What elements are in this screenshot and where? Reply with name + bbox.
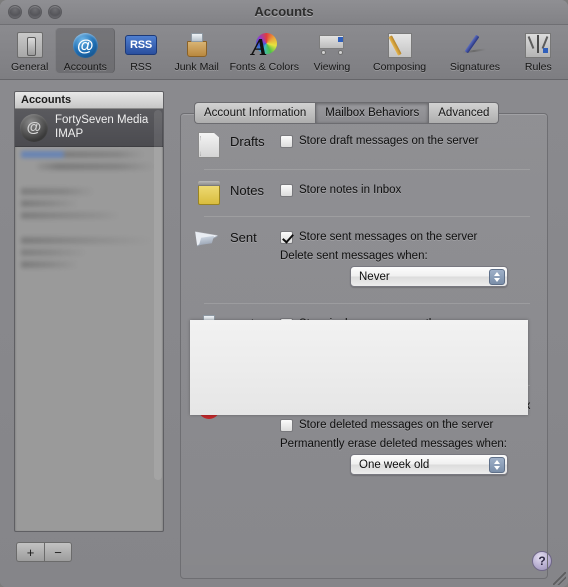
checkbox-row-store-drafts[interactable]: Store draft messages on the server (280, 134, 538, 148)
account-row-selected[interactable]: @ FortySeven Media IMAP (15, 109, 163, 147)
toolbar-item-rules[interactable]: Rules (513, 28, 564, 73)
toolbar-item-fonts-colors[interactable]: A Fonts & Colors (227, 28, 302, 73)
label-delete-sent-when: Delete sent messages when: (280, 250, 428, 262)
toolbar-label-rss: RSS (130, 61, 152, 73)
accounts-list[interactable]: Accounts @ FortySeven Media IMAP (14, 91, 164, 532)
obscured-line (21, 212, 121, 219)
toolbar-label-junk-mail: Junk Mail (174, 61, 219, 73)
general-switch-icon (4, 30, 55, 60)
checkbox-store-deleted[interactable] (280, 419, 293, 432)
obscured-line (21, 249, 87, 256)
window-title: Accounts (254, 4, 314, 19)
section-divider (204, 303, 530, 304)
tab-mailbox-behaviors[interactable]: Mailbox Behaviors (315, 102, 429, 124)
checkbox-store-drafts[interactable] (280, 135, 293, 148)
chevron-updown-icon (489, 456, 505, 473)
add-account-button[interactable]: + (16, 542, 44, 562)
toolbar-label-rules: Rules (524, 61, 552, 73)
tab-advanced[interactable]: Advanced (428, 102, 500, 124)
obscured-line (21, 261, 79, 268)
window-titlebar: Accounts (0, 0, 568, 25)
checkbox-label-store-notes-inbox: Store notes in Inbox (299, 184, 402, 196)
notes-options: Store notes in Inbox (280, 180, 538, 205)
account-add-remove-group: + − (16, 542, 72, 562)
checkbox-row-store-sent[interactable]: Store sent messages on the server (280, 230, 538, 244)
mailbox-behaviors-sections: Drafts Store draft messages on the serve… (180, 113, 548, 579)
toolbar-item-general[interactable]: General (4, 28, 55, 73)
viewing-cart-icon (302, 30, 362, 60)
composing-pencil-icon (362, 30, 437, 60)
rss-badge-icon: RSS (115, 30, 166, 60)
checkbox-label-store-drafts: Store draft messages on the server (299, 135, 479, 147)
section-label-sent: Sent (230, 230, 257, 245)
toolbar-label-accounts: Accounts (63, 61, 107, 73)
obscured-line (21, 151, 145, 158)
toolbar-item-viewing[interactable]: Viewing (302, 28, 362, 73)
toolbar-label-general: General (11, 61, 49, 73)
remove-account-button[interactable]: − (44, 542, 72, 562)
accounts-preferences-window: Accounts General @ Accounts RSS RSS Junk… (0, 0, 568, 587)
preferences-toolbar: General @ Accounts RSS RSS Junk Mail A F… (0, 25, 568, 80)
section-notes: Notes Store notes in Inbox (180, 180, 548, 205)
toolbar-label-fonts-colors: Fonts & Colors (229, 61, 300, 73)
accounts-list-header: Accounts (15, 92, 163, 109)
account-name: FortySeven Media (55, 113, 149, 126)
toolbar-item-composing[interactable]: Composing (362, 28, 437, 73)
checkbox-label-store-deleted: Store deleted messages on the server (299, 419, 494, 431)
obscured-line (21, 200, 79, 207)
rules-fountain-icon (513, 30, 564, 60)
toolbar-item-accounts[interactable]: @ Accounts (55, 28, 116, 73)
drafts-options: Store draft messages on the server (280, 131, 538, 158)
obscured-line (21, 237, 153, 244)
checkbox-store-sent[interactable] (280, 231, 293, 244)
preferences-content: Accounts @ FortySeven Media IMAP + − Acc… (0, 80, 568, 587)
section-drafts: Drafts Store draft messages on the serve… (180, 131, 548, 158)
sent-options: Store sent messages on the server Delete… (280, 227, 538, 287)
signature-pen-icon (437, 30, 512, 60)
section-divider (204, 216, 530, 217)
obscured-line (37, 163, 155, 170)
account-protocol: IMAP (55, 127, 84, 140)
sent-section-highlight (190, 320, 528, 415)
toolbar-label-viewing: Viewing (313, 61, 351, 73)
notes-pad-icon (194, 180, 224, 205)
section-sent: Sent Store sent messages on the server D… (180, 227, 548, 287)
section-label-notes: Notes (230, 183, 264, 198)
checkbox-row-store-notes[interactable]: Store notes in Inbox (280, 183, 538, 197)
checkbox-label-store-sent: Store sent messages on the server (299, 231, 478, 243)
label-erase-deleted-when: Permanently erase deleted messages when: (280, 438, 507, 450)
section-divider (204, 169, 530, 170)
accounts-list-scrollbar[interactable] (154, 110, 162, 480)
account-avatar-icon: @ (20, 113, 48, 142)
checkbox-row-store-deleted[interactable]: Store deleted messages on the server (280, 418, 538, 432)
toolbar-item-signatures[interactable]: Signatures (437, 28, 512, 73)
section-label-drafts: Drafts (230, 134, 265, 149)
resize-grip[interactable] (553, 572, 566, 585)
obscured-line (21, 188, 95, 195)
popup-value-erase-deleted: One week old (359, 458, 430, 471)
toolbar-label-signatures: Signatures (449, 61, 501, 73)
drafts-page-icon (194, 131, 224, 158)
tab-account-information[interactable]: Account Information (194, 102, 316, 124)
account-settings-panel: Account Information Mailbox Behaviors Ad… (180, 102, 550, 587)
junk-bag-icon (167, 30, 227, 60)
sent-paperplane-icon (194, 227, 224, 287)
at-sign-icon: @ (55, 30, 115, 60)
account-row-text: FortySeven Media IMAP (55, 114, 148, 141)
popup-value-delete-sent: Never (359, 270, 390, 283)
toolbar-item-rss[interactable]: RSS RSS (115, 28, 166, 73)
tab-bar: Account Information Mailbox Behaviors Ad… (194, 102, 544, 124)
chevron-updown-icon (489, 268, 505, 285)
toolbar-item-junk-mail[interactable]: Junk Mail (167, 28, 227, 73)
toolbar-label-composing: Composing (373, 61, 427, 73)
obscured-account-rows[interactable] (15, 147, 163, 268)
checkbox-store-notes-inbox[interactable] (280, 184, 293, 197)
popup-delete-sent-when[interactable]: Never (350, 266, 508, 287)
font-colorwheel-icon: A (227, 30, 302, 60)
popup-erase-deleted-when[interactable]: One week old (350, 454, 508, 475)
